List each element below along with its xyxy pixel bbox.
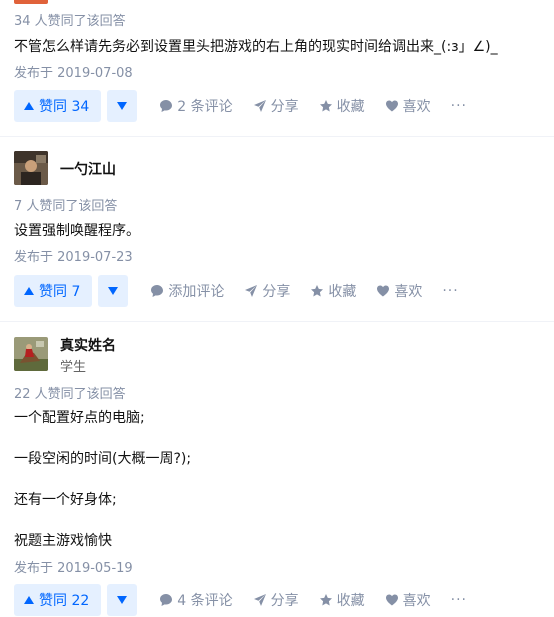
author-name[interactable]: 一勺江山 — [60, 159, 116, 179]
vote-count-text: 7 人赞同了该回答 — [14, 199, 118, 214]
answer-content: 不管怎么样请先务必到设置里头把游戏的右上角的现实时间给调出来_(:з」∠)_ — [14, 39, 498, 55]
collect-button[interactable]: 收藏 — [310, 281, 356, 301]
more-button[interactable]: ··· — [442, 283, 458, 299]
comment-button[interactable]: 2 条评论 — [159, 96, 233, 116]
like-label: 喜欢 — [394, 284, 423, 300]
avatar[interactable] — [14, 0, 48, 4]
collect-label: 收藏 — [328, 284, 357, 300]
avatar[interactable] — [14, 337, 48, 371]
heart-icon — [385, 594, 398, 606]
answer-content: 一个配置好点的电脑; — [14, 410, 145, 426]
vote-down-button[interactable] — [107, 584, 138, 616]
action-bar: 赞同 34 2 条评论 分享 收藏 喜欢 ··· — [14, 89, 467, 123]
comment-label: 4 条评论 — [177, 593, 233, 609]
vote-count-text: 22 人赞同了该回答 — [14, 387, 126, 402]
divider — [0, 136, 554, 137]
like-button[interactable]: 喜欢 — [385, 96, 431, 116]
action-bar: 赞同 7 添加评论 分享 收藏 喜欢 ··· — [14, 274, 459, 308]
avatar-image-icon — [14, 337, 48, 371]
heart-icon — [385, 100, 398, 112]
triangle-up-icon — [24, 287, 34, 295]
like-label: 喜欢 — [402, 593, 431, 609]
collect-button[interactable]: 收藏 — [319, 96, 365, 116]
vote-up-button[interactable]: 赞同 7 — [14, 275, 93, 307]
share-label: 分享 — [270, 99, 299, 115]
publish-date[interactable]: 发布于 2019-05-19 — [14, 557, 133, 576]
comment-button[interactable]: 添加评论 — [150, 281, 224, 301]
star-icon — [319, 100, 332, 112]
triangle-up-icon — [24, 596, 34, 604]
collect-button[interactable]: 收藏 — [319, 590, 365, 610]
publish-date[interactable]: 发布于 2019-07-08 — [14, 62, 133, 81]
collect-label: 收藏 — [336, 99, 365, 115]
author-bio: 学生 — [60, 360, 87, 375]
avatar[interactable] — [14, 151, 48, 185]
comment-label: 添加评论 — [168, 284, 225, 300]
answer-content: 祝题主游戏愉快 — [14, 533, 112, 549]
comment-icon — [151, 285, 164, 297]
vote-up-button[interactable]: 赞同 22 — [14, 584, 102, 616]
like-label: 喜欢 — [402, 99, 431, 115]
comment-icon — [160, 100, 173, 112]
triangle-down-icon — [117, 102, 128, 110]
vote-down-button[interactable] — [107, 90, 138, 122]
author-name[interactable]: 真实姓名 — [60, 335, 116, 355]
vote-up-button[interactable]: 赞同 34 — [14, 90, 102, 122]
answer-content: 还有一个好身体; — [14, 492, 117, 508]
answer-content: 设置强制唤醒程序。 — [14, 223, 140, 239]
triangle-up-icon — [24, 102, 34, 110]
triangle-down-icon — [108, 287, 119, 295]
share-label: 分享 — [262, 284, 291, 300]
vote-up-label: 赞同 34 — [39, 99, 90, 115]
triangle-down-icon — [117, 596, 128, 604]
divider — [0, 321, 554, 322]
more-button[interactable]: ··· — [451, 98, 467, 114]
action-bar: 赞同 22 4 条评论 分享 收藏 喜欢 ··· — [14, 583, 467, 617]
share-button[interactable]: 分享 — [253, 590, 299, 610]
collect-label: 收藏 — [336, 593, 365, 609]
comment-label: 2 条评论 — [177, 99, 233, 115]
star-icon — [319, 594, 332, 606]
share-icon — [253, 594, 266, 606]
more-button[interactable]: ··· — [451, 592, 467, 608]
share-button[interactable]: 分享 — [244, 281, 290, 301]
star-icon — [311, 285, 324, 297]
vote-up-label: 赞同 7 — [39, 284, 81, 300]
comment-button[interactable]: 4 条评论 — [159, 590, 233, 610]
publish-date[interactable]: 发布于 2019-07-23 — [14, 246, 133, 265]
like-button[interactable]: 喜欢 — [385, 590, 431, 610]
share-icon — [253, 100, 266, 112]
heart-icon — [377, 285, 390, 297]
share-icon — [245, 285, 258, 297]
vote-down-button[interactable] — [98, 275, 129, 307]
share-button[interactable]: 分享 — [253, 96, 299, 116]
like-button[interactable]: 喜欢 — [376, 281, 422, 301]
vote-count-text: 34 人赞同了该回答 — [14, 14, 126, 29]
share-label: 分享 — [270, 593, 299, 609]
answer-content: 一段空闲的时间(大概一周?); — [14, 451, 192, 467]
comment-icon — [160, 594, 173, 606]
avatar-image-icon — [14, 151, 48, 185]
vote-up-label: 赞同 22 — [39, 593, 90, 609]
